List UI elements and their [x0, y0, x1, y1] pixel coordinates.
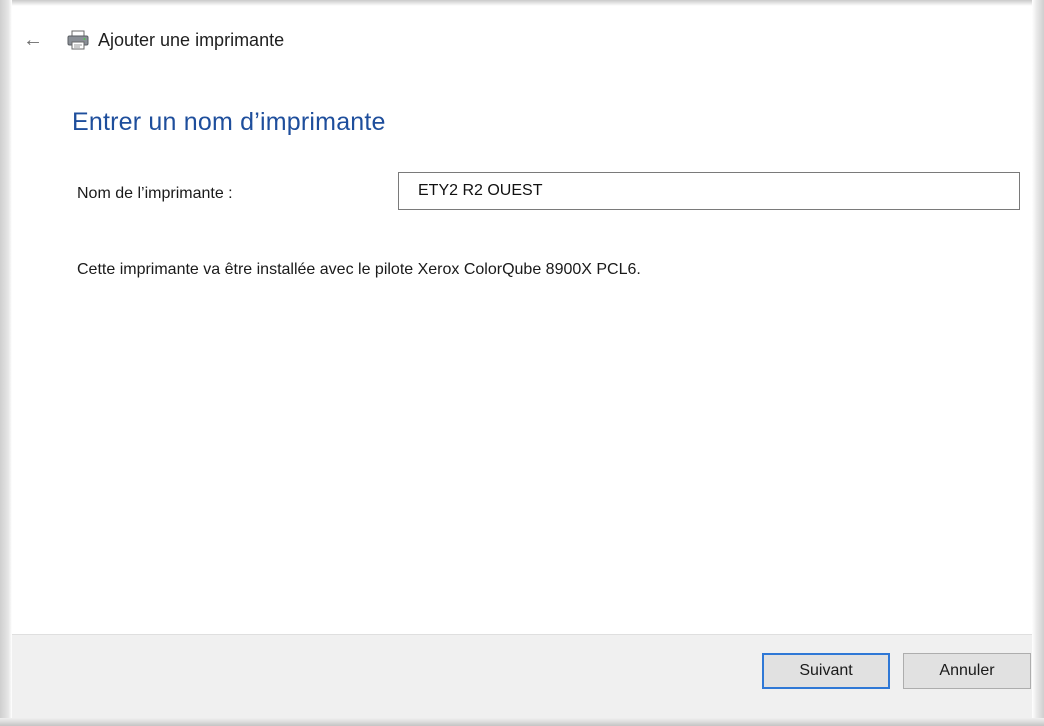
- window-top-edge: [0, 0, 1044, 6]
- add-printer-window: ← Ajouter une imprimante Entrer un nom d…: [0, 0, 1044, 726]
- window-bottom-edge: [0, 718, 1044, 726]
- window-left-edge: [0, 0, 12, 726]
- page-heading: Entrer un nom d’imprimante: [72, 108, 386, 136]
- driver-info-text: Cette imprimante va être installée avec …: [77, 261, 641, 278]
- printer-icon: [66, 30, 90, 50]
- next-button[interactable]: Suivant: [762, 653, 890, 689]
- printer-name-input[interactable]: [398, 172, 1020, 210]
- window-right-edge: [1032, 0, 1044, 726]
- back-button[interactable]: ←: [18, 25, 48, 55]
- window-title: Ajouter une imprimante: [98, 29, 285, 50]
- title-bar: ← Ajouter une imprimante: [18, 20, 284, 60]
- back-arrow-icon: ←: [23, 28, 43, 51]
- cancel-button[interactable]: Annuler: [903, 653, 1031, 689]
- printer-name-label: Nom de l’imprimante :: [77, 185, 233, 202]
